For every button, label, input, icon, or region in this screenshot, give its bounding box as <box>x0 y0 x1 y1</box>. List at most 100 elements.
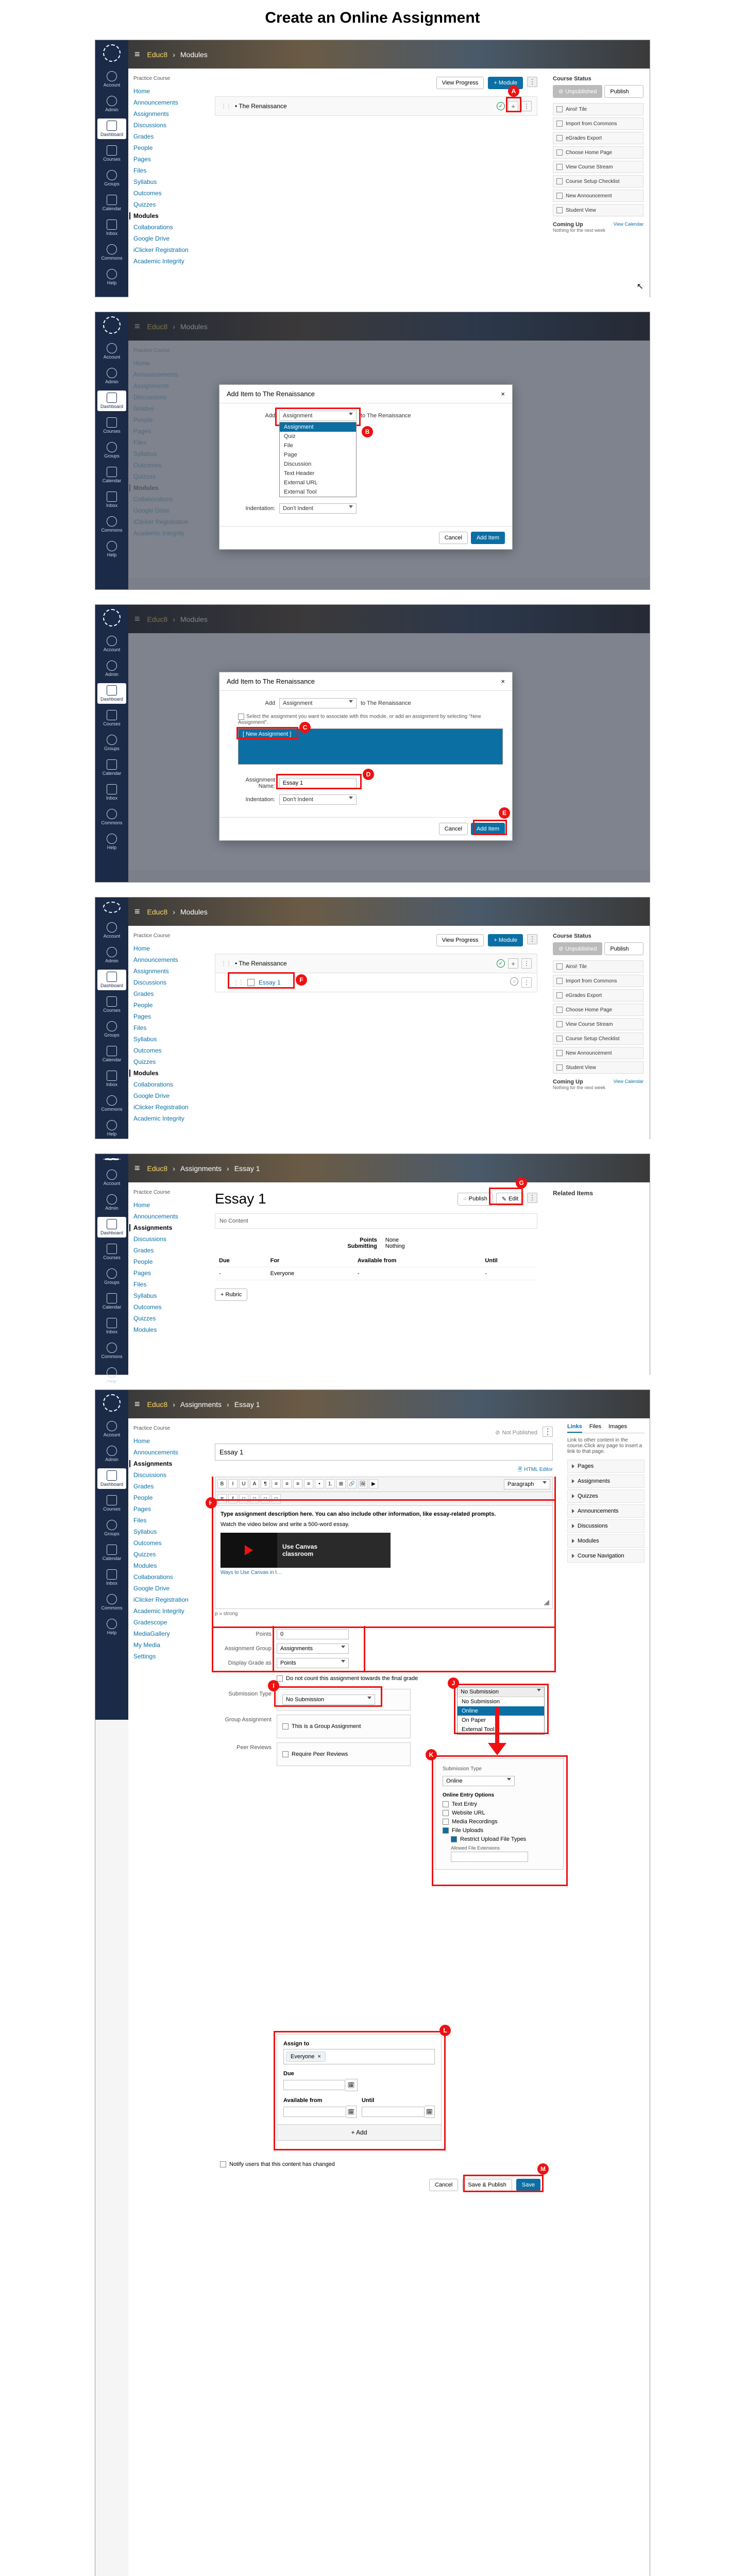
nav-groups[interactable]: Groups <box>97 168 126 189</box>
view-progress-button[interactable]: View Progress <box>436 77 484 89</box>
links-item[interactable]: Course Navigation <box>567 1549 645 1563</box>
status-item[interactable]: Import from Commons <box>553 117 644 130</box>
nav-help[interactable]: Help <box>97 267 126 287</box>
due-table: DueForAvailable fromUntil -Everyone-- <box>215 1255 537 1280</box>
module-item: ⋮⋮ Essay 1 F ○⋮ <box>215 973 537 992</box>
nav-inbox[interactable]: Inbox <box>97 217 126 238</box>
publish-status-icon[interactable]: ✓ <box>497 102 505 110</box>
type-option[interactable]: Page <box>280 450 356 460</box>
cn-iclicker[interactable]: iClicker Registration <box>133 246 200 253</box>
assignment-title-input[interactable] <box>215 1444 553 1461</box>
links-item[interactable]: Pages <box>567 1460 645 1473</box>
publish-button[interactable]: ○Publish <box>458 1193 493 1206</box>
cn-home[interactable]: Home <box>133 88 200 95</box>
peer-checkbox[interactable] <box>282 1751 289 1757</box>
nav-admin[interactable]: Admin <box>97 94 126 114</box>
type-option[interactable]: Quiz <box>280 432 356 441</box>
cn-discussions[interactable]: Discussions <box>133 122 200 129</box>
cancel-button[interactable]: Cancel <box>439 532 468 544</box>
html-editor-link[interactable]: 🗎HTML Editor <box>518 1467 553 1472</box>
screenshot-1: Account Admin Dashboard Courses Groups C… <box>95 40 650 297</box>
callout-l: L <box>439 2025 451 2036</box>
nav-calendar[interactable]: Calendar <box>97 193 126 213</box>
tab-files[interactable]: Files <box>589 1423 601 1433</box>
cn-gdrive[interactable]: Google Drive <box>133 235 200 242</box>
module-kebab-icon[interactable]: ⋮ <box>521 101 532 111</box>
status-item[interactable]: Choose Home Page <box>553 146 644 159</box>
modules-kebab-icon[interactable]: ⋮ <box>527 77 537 87</box>
color-icon[interactable]: A <box>250 1479 259 1488</box>
close-icon[interactable]: × <box>501 677 505 685</box>
add-rubric-button[interactable]: + Rubric <box>215 1289 247 1301</box>
screenshot-6: Account Admin Dashboard Courses Groups C… <box>95 1389 650 2576</box>
media-icon[interactable]: ▶ <box>369 1479 378 1488</box>
status-item[interactable]: Student View <box>553 204 644 216</box>
type-select[interactable]: Assignment <box>279 698 357 708</box>
cn-people[interactable]: People <box>133 144 200 151</box>
drag-icon[interactable]: ⋮⋮ <box>221 103 231 110</box>
cn-pages[interactable]: Pages <box>133 156 200 163</box>
type-option[interactable]: Text Header <box>280 469 356 478</box>
status-item[interactable]: Airoi! Tile <box>553 103 644 115</box>
cn-outcomes[interactable]: Outcomes <box>133 190 200 197</box>
links-item[interactable]: Announcements <box>567 1504 645 1518</box>
tab-images[interactable]: Images <box>608 1423 627 1433</box>
image-icon[interactable]: 🖼 <box>358 1479 367 1488</box>
underline-icon[interactable]: U <box>239 1479 248 1488</box>
plus-icon <box>556 106 563 112</box>
status-item[interactable]: View Course Stream <box>553 161 644 173</box>
cn-grades[interactable]: Grades <box>133 133 200 140</box>
cn-quizzes[interactable]: Quizzes <box>133 201 200 208</box>
related-items-title: Related Items <box>553 1190 644 1197</box>
coming-up-text: Nothing for the next week <box>553 228 644 233</box>
status-item[interactable]: eGrades Export <box>553 132 644 144</box>
nocount-checkbox[interactable] <box>277 1675 283 1682</box>
canvas-logo-icon[interactable] <box>103 44 121 62</box>
links-item[interactable]: Quizzes <box>567 1489 645 1503</box>
status-title: Course Status <box>553 76 644 82</box>
publish-button[interactable]: Publish <box>604 85 644 98</box>
type-option[interactable]: File <box>280 441 356 450</box>
cn-files[interactable]: Files <box>133 167 200 174</box>
indent-select[interactable]: Don't Indent <box>279 794 357 805</box>
crumb-course[interactable]: Educ8 <box>147 50 168 59</box>
screenshot-4: Account Admin Dashboard Courses Groups C… <box>95 897 650 1139</box>
link-icon[interactable]: 🔗 <box>347 1479 357 1488</box>
add-item-modal: Add Item to The Renaissance × Add Assign… <box>219 384 513 550</box>
nav-courses[interactable]: Courses <box>97 143 126 164</box>
status-item[interactable]: New Announcement <box>553 190 644 202</box>
close-icon[interactable]: × <box>501 390 505 398</box>
links-item[interactable]: Discussions <box>567 1519 645 1533</box>
italic-icon[interactable]: I <box>228 1479 238 1488</box>
canvas-logo-icon[interactable] <box>103 316 121 334</box>
links-item[interactable]: Assignments <box>567 1475 645 1488</box>
cancel-button[interactable]: Cancel <box>439 823 468 835</box>
hamburger-icon[interactable]: ≡ <box>134 49 140 60</box>
crumb-modules[interactable]: Modules <box>180 50 208 59</box>
cn-assignments[interactable]: Assignments <box>133 110 200 117</box>
type-option[interactable]: External Tool <box>280 487 356 497</box>
add-item-submit[interactable]: Add Item <box>471 532 505 544</box>
links-panel: Links Files Images Link to other content… <box>562 1418 650 1569</box>
group-checkbox[interactable] <box>282 1723 289 1730</box>
cn-modules[interactable]: Modules <box>129 212 200 219</box>
cn-integrity[interactable]: Academic Integrity <box>133 258 200 265</box>
type-option[interactable]: External URL <box>280 478 356 487</box>
status-item[interactable]: Course Setup Checklist <box>553 175 644 188</box>
nav-account[interactable]: Account <box>97 69 126 90</box>
type-option[interactable]: Discussion <box>280 460 356 469</box>
cn-syllabus[interactable]: Syllabus <box>133 178 200 185</box>
tab-links[interactable]: Links <box>567 1423 582 1433</box>
indent-select[interactable]: Don't Indent <box>279 503 357 514</box>
notify-checkbox[interactable] <box>220 2161 226 2167</box>
links-item[interactable]: Modules <box>567 1534 645 1548</box>
unpublished-button[interactable]: ⊘Unpublished <box>553 85 602 98</box>
cancel-button[interactable]: Cancel <box>429 2179 458 2191</box>
view-calendar-link[interactable]: View Calendar <box>614 222 644 228</box>
cn-collab[interactable]: Collaborations <box>133 224 200 231</box>
bold-icon[interactable]: B <box>217 1479 227 1488</box>
type-option[interactable]: Assignment <box>280 422 356 432</box>
nav-dashboard[interactable]: Dashboard <box>97 118 126 139</box>
nav-commons[interactable]: Commons <box>97 242 126 263</box>
cn-announcements[interactable]: Announcements <box>133 99 200 106</box>
